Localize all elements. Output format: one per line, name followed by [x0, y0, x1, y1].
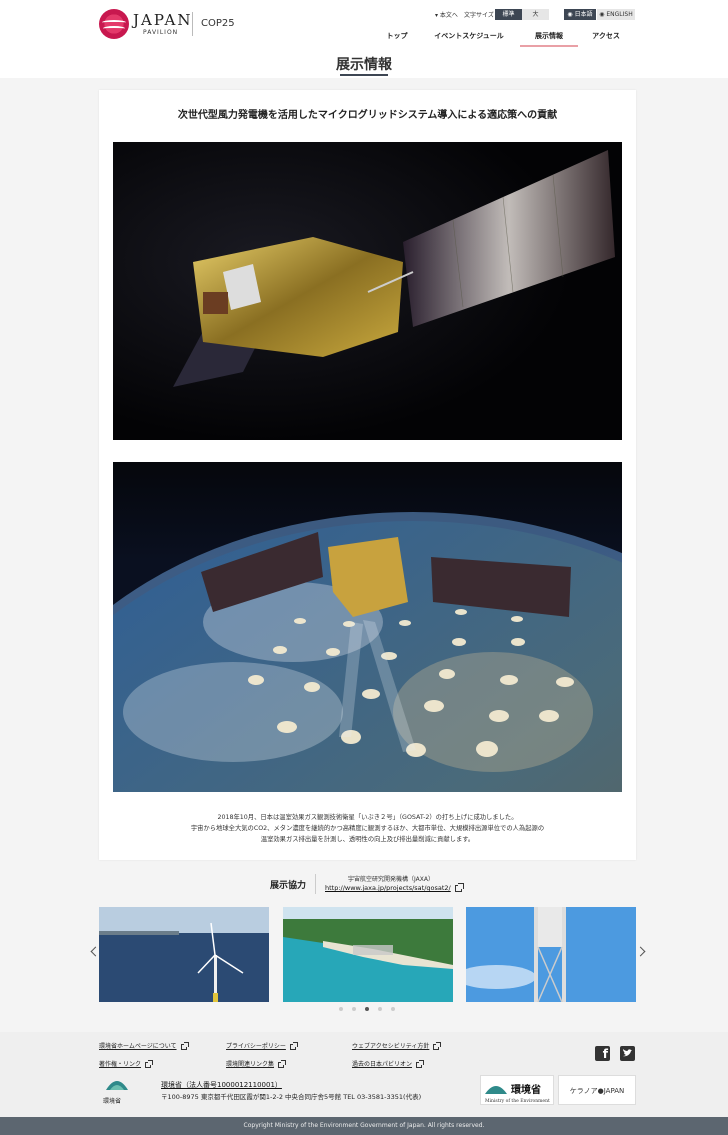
satellite-over-earth-image: [113, 462, 622, 792]
external-link-icon: [145, 1059, 154, 1068]
footer-link-about[interactable]: 環境省ホームページについて: [99, 1041, 189, 1050]
cooperation-divider: [315, 874, 316, 894]
cooperation-url[interactable]: http://www.jaxa.jp/projects/sat/gosat2/: [325, 884, 451, 892]
font-size-standard-button[interactable]: 標準: [495, 9, 522, 20]
footer-link-accessibility[interactable]: ウェブアクセシビリティ方針: [352, 1041, 442, 1050]
moe-name[interactable]: 環境省（法人番号1000012110001）: [161, 1080, 282, 1090]
cooperation-label: 展示協力: [270, 881, 307, 891]
footer-link-label[interactable]: 環境省ホームページについて: [99, 1043, 177, 1050]
facebook-icon[interactable]: f: [595, 1046, 610, 1061]
font-size-label: 文字サイズ: [464, 12, 494, 19]
external-link-icon: [278, 1059, 287, 1068]
exhibit-description: 2018年10月、日本は温室効果ガス観測技術衛星「いぶき２号」（GOSAT-2）…: [113, 812, 622, 845]
moe-logo-icon[interactable]: [104, 1076, 130, 1092]
exhibit-card: 次世代型風力発電機を活用したマイクログリッドシステム導入による適応策への貢献 2…: [99, 90, 636, 860]
carousel-dot[interactable]: [352, 1007, 356, 1011]
carousel-slide-tower-sky[interactable]: [466, 907, 636, 1002]
nav-access[interactable]: アクセス: [588, 31, 624, 47]
twitter-icon[interactable]: [620, 1046, 635, 1061]
carousel-slide-wind-turbine[interactable]: [99, 907, 269, 1002]
carousel-dot-active[interactable]: [365, 1007, 369, 1011]
cooperation-org: 宇宙航空研究開発機構（JAXA）: [348, 876, 434, 883]
moe-banner[interactable]: 環境省 Ministry of the Environment: [480, 1075, 554, 1105]
nav-top[interactable]: トップ: [380, 31, 414, 47]
carousel-slide-island-coast[interactable]: [283, 907, 453, 1002]
skip-to-content-link[interactable]: ▾ 本文へ: [435, 10, 458, 19]
footer-link-label[interactable]: ウェブアクセシビリティ方針: [352, 1043, 429, 1050]
svg-text:Ministry of the Environment: Ministry of the Environment: [485, 1098, 550, 1104]
font-size-large-button[interactable]: 大: [522, 9, 549, 20]
external-link-icon: [433, 1041, 442, 1050]
logo-subtext: PAVILION: [143, 29, 179, 36]
moe-logo-label: 環境省: [103, 1098, 122, 1105]
japan-pavilion-logo-icon[interactable]: [99, 9, 129, 39]
logo-text[interactable]: JAPAN: [133, 11, 193, 29]
footer-link-past-pavilions[interactable]: 過去の日本パビリオン: [352, 1059, 425, 1068]
event-label: COP25: [201, 18, 235, 29]
footer-link-label[interactable]: 環境関連リンク集: [226, 1061, 274, 1068]
moe-address: 〒100-8975 東京都千代田区霞が関1-2-2 中央合同庁舎5号館 TEL …: [161, 1093, 422, 1101]
satellite-image: [113, 142, 622, 440]
external-link-icon: [454, 882, 464, 892]
page-title: 展示情報: [336, 57, 392, 73]
cool-choice-banner[interactable]: ケラノア●JAPAN: [558, 1075, 636, 1105]
description-line: 2018年10月、日本は温室効果ガス観測技術衛星「いぶき２号」（GOSAT-2）…: [217, 814, 518, 821]
carousel-dot[interactable]: [339, 1007, 343, 1011]
title-underline: [340, 74, 388, 76]
footer-link-label[interactable]: 著作権・リンク: [99, 1061, 141, 1068]
description-line: 宇宙から地球全大気のCO2、メタン濃度を継続的かつ高精度に観測するほか、大都市単…: [190, 825, 545, 832]
carousel-next-arrow-icon[interactable]: [635, 946, 646, 957]
footer-link-privacy[interactable]: プライバシーポリシー: [226, 1041, 298, 1050]
copyright: Copyright Ministry of the Environment Go…: [0, 1117, 728, 1135]
logo-divider: [192, 12, 193, 36]
footer-link-copyright[interactable]: 著作権・リンク: [99, 1059, 154, 1068]
footer-link-label[interactable]: 過去の日本パビリオン: [352, 1061, 412, 1068]
nav-event-schedule[interactable]: イベントスケジュール: [430, 31, 508, 47]
exhibit-heading: 次世代型風力発電機を活用したマイクログリッドシステム導入による適応策への貢献: [177, 110, 558, 121]
footer-link-env-links[interactable]: 環境関連リンク集: [226, 1059, 287, 1068]
carousel-dot[interactable]: [378, 1007, 382, 1011]
carousel-dot[interactable]: [391, 1007, 395, 1011]
external-link-icon: [289, 1041, 298, 1050]
external-link-icon: [416, 1059, 425, 1068]
external-link-icon: [180, 1041, 189, 1050]
footer-link-label[interactable]: プライバシーポリシー: [226, 1043, 286, 1050]
nav-exhibition[interactable]: 展示情報: [520, 31, 578, 47]
language-japanese-button[interactable]: ◉ 日本語: [564, 9, 596, 20]
cooperation-link[interactable]: http://www.jaxa.jp/projects/sat/gosat2/: [325, 882, 464, 892]
svg-text:環境省: 環境省: [511, 1083, 541, 1096]
language-english-button[interactable]: ◉ ENGLISH: [597, 9, 635, 20]
description-line: 温室効果ガス排出量を計測し、透明性の向上及び排出量削減に貢献します。: [260, 836, 475, 843]
